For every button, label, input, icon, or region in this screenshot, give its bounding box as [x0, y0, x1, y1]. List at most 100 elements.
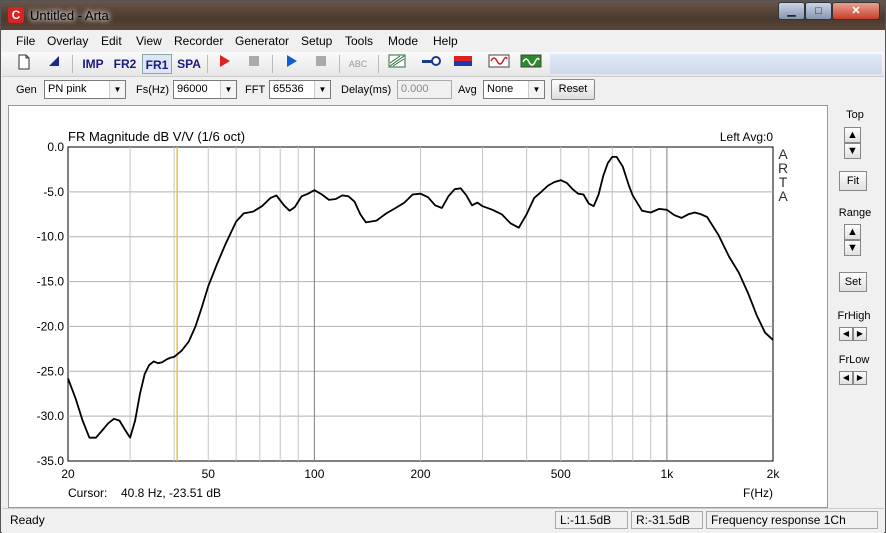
spectrum-wave-icon[interactable]: [519, 54, 543, 74]
status-bar: Ready L:-11.5dB R:-31.5dB Frequency resp…: [2, 508, 884, 533]
menu-bar: File Overlay Edit View Recorder Generato…: [2, 31, 884, 51]
x-tick-label: 500: [551, 467, 571, 481]
delay-label: Delay(ms): [341, 84, 392, 96]
arrow-up-icon: ▲: [847, 129, 858, 141]
spectrum-mode-button[interactable]: SPA: [174, 54, 204, 74]
gen-label: Gen: [16, 84, 37, 96]
frhigh-left-button[interactable]: ◀: [839, 327, 853, 341]
fr2-mode-button[interactable]: FR2: [110, 54, 140, 74]
y-tick-label: -10.0: [37, 230, 65, 244]
record-play-icon[interactable]: [212, 54, 236, 74]
menu-recorder[interactable]: Recorder: [174, 34, 223, 48]
frlow-right-button[interactable]: ▶: [853, 371, 867, 385]
menu-tools[interactable]: Tools: [345, 34, 373, 48]
toolbar-separator: [272, 55, 273, 73]
frlow-label: FrLow: [838, 354, 870, 366]
frequency-response-chart[interactable]: 0.0 -5.0 -10.0 -15.0 -20.0 -25.0 -30.0 -35.020 5…: [9, 106, 827, 507]
menu-overlay[interactable]: Overlay: [47, 34, 88, 48]
level-meter-icon[interactable]: [451, 54, 475, 74]
sample-rate-select[interactable]: 96000 ▼: [173, 80, 237, 99]
x-tick-label: 100: [304, 467, 324, 481]
generator-stop-icon[interactable]: [309, 54, 333, 74]
delay-input[interactable]: 0.000: [397, 80, 452, 99]
range-down-button[interactable]: ▼: [844, 240, 861, 256]
maximize-button[interactable]: □: [805, 2, 832, 20]
frhigh-right-button[interactable]: ▶: [853, 327, 867, 341]
calibrate-icon[interactable]: [385, 54, 409, 74]
chevron-down-icon[interactable]: ▼: [528, 81, 544, 98]
x-tick-label: 20: [61, 467, 75, 481]
fft-select[interactable]: 65536 ▼: [269, 80, 331, 99]
menu-setup[interactable]: Setup: [301, 34, 332, 48]
y-tick-label: -30.0: [37, 409, 65, 423]
range-up-button[interactable]: ▲: [844, 224, 861, 240]
signal-wave-icon[interactable]: [487, 54, 511, 74]
fs-label: Fs(Hz): [136, 84, 169, 96]
chevron-down-icon[interactable]: ▼: [314, 81, 330, 98]
menu-mode[interactable]: Mode: [388, 34, 418, 48]
parameter-bar: Gen PN pink ▼ Fs(Hz) 96000 ▼ FFT 65536 ▼ De…: [2, 78, 884, 102]
arrow-left-icon: ◀: [842, 373, 850, 382]
fft-value: 65536: [273, 83, 304, 95]
x-tick-label: 2k: [767, 467, 781, 481]
new-file-icon[interactable]: [12, 54, 36, 74]
status-ready: Ready: [10, 513, 45, 527]
frlow-left-button[interactable]: ◀: [839, 371, 853, 385]
range-label: Range: [838, 207, 872, 219]
top-label: Top: [846, 109, 864, 121]
generator-value: PN pink: [48, 83, 87, 95]
abc-icon[interactable]: ABC: [344, 54, 372, 74]
stop-icon[interactable]: [242, 54, 266, 74]
fft-label: FFT: [245, 84, 266, 96]
toolbar-separator: [339, 55, 340, 73]
left-level-readout: L:-11.5dB: [555, 511, 628, 529]
y-tick-label: -35.0: [37, 454, 65, 468]
title-bar[interactable]: C Untitled - Arta ▁ □ ✕: [1, 1, 885, 30]
set-button[interactable]: Set: [839, 272, 867, 292]
toolbar-separator: [72, 55, 73, 73]
chevron-down-icon[interactable]: ▼: [220, 81, 236, 98]
channel-info: Left Avg:0: [720, 130, 773, 144]
toolbar-separator: [207, 55, 208, 73]
chevron-down-icon[interactable]: ▼: [109, 81, 125, 98]
arrow-right-icon: ▶: [856, 373, 864, 382]
x-tick-label: 50: [202, 467, 216, 481]
fr1-mode-button[interactable]: FR1: [142, 54, 172, 74]
top-down-button[interactable]: ▼: [844, 143, 861, 159]
open-arrow-icon[interactable]: [42, 54, 66, 74]
y-tick-label: -25.0: [37, 364, 65, 378]
menu-help[interactable]: Help: [433, 34, 458, 48]
fit-button[interactable]: Fit: [839, 171, 867, 191]
y-tick-label: 0.0: [47, 140, 64, 154]
sample-rate-value: 96000: [177, 83, 208, 95]
right-level-readout: R:-31.5dB: [631, 511, 703, 529]
generator-select[interactable]: PN pink ▼: [44, 80, 126, 99]
reset-button[interactable]: Reset: [551, 79, 595, 100]
arrow-down-icon: ▼: [847, 145, 858, 157]
avg-select[interactable]: None ▼: [483, 80, 545, 99]
mode-readout: Frequency response 1Ch: [706, 511, 878, 529]
x-axis-label: F(Hz): [743, 486, 773, 500]
probe-icon[interactable]: [419, 54, 443, 74]
app-icon: C: [8, 7, 24, 23]
menu-view[interactable]: View: [136, 34, 162, 48]
y-tick-label: -5.0: [43, 185, 64, 199]
close-button[interactable]: ✕: [832, 2, 880, 20]
cursor-label: Cursor:: [68, 486, 107, 500]
y-tick-label: -20.0: [37, 319, 65, 333]
arrow-down-icon: ▼: [847, 242, 858, 254]
menu-edit[interactable]: Edit: [101, 34, 122, 48]
minimize-button[interactable]: ▁: [778, 2, 805, 20]
top-up-button[interactable]: ▲: [844, 127, 861, 143]
arrow-up-icon: ▲: [847, 226, 858, 238]
chart-title: FR Magnitude dB V/V (1/6 oct): [68, 129, 245, 144]
generator-play-icon[interactable]: [279, 54, 303, 74]
menu-generator[interactable]: Generator: [235, 34, 289, 48]
avg-value: None: [487, 83, 514, 95]
plot-area[interactable]: 0.0 -5.0 -10.0 -15.0 -20.0 -25.0 -30.0 -35.0 20 5…: [8, 105, 828, 508]
menu-file[interactable]: File: [16, 34, 35, 48]
side-panel: Top ▲ ▼ Fit Range ▲ ▼ Set FrHigh ◀ ▶ FrL…: [832, 105, 884, 508]
toolbar-filler: [550, 54, 882, 74]
arrow-left-icon: ◀: [842, 329, 850, 338]
impulse-mode-button[interactable]: IMP: [78, 54, 108, 74]
